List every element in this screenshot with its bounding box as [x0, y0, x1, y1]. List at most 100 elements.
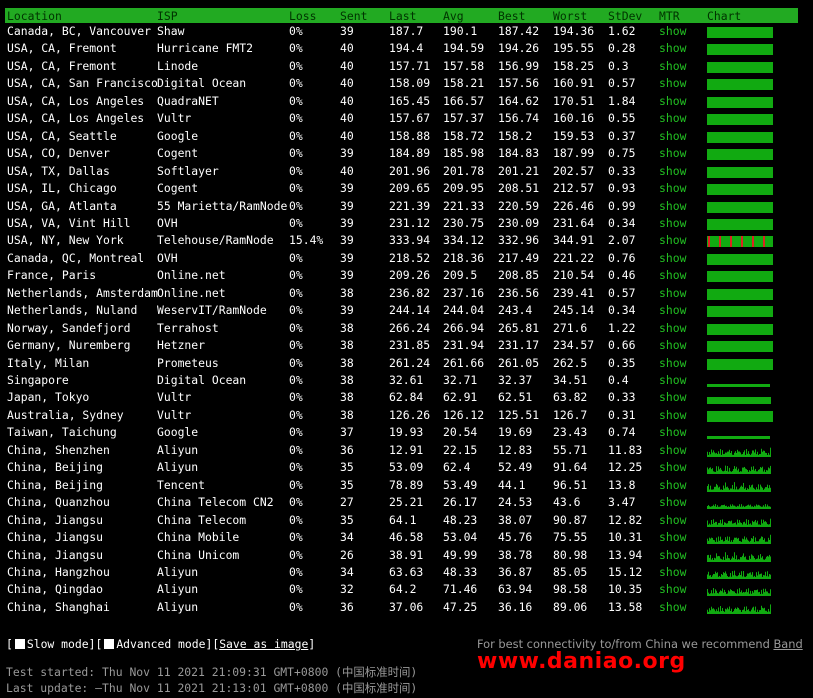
chart-spike: [741, 504, 742, 510]
chart-spike: [746, 576, 747, 579]
mtr-show-link[interactable]: show: [659, 373, 686, 387]
chart-spike: [757, 589, 758, 597]
mtr-show-link[interactable]: show: [659, 548, 686, 562]
chart-spike: [729, 507, 730, 510]
chart-spike: [728, 520, 729, 527]
chart-bar: [707, 184, 773, 196]
mtr-show-link[interactable]: show: [659, 390, 686, 404]
chart-spike: [769, 523, 770, 527]
cell-sent: 39: [340, 233, 354, 248]
mtr-show-link[interactable]: show: [659, 181, 686, 195]
chart-spike: [770, 534, 771, 545]
mtr-show-link[interactable]: show: [659, 443, 686, 457]
chart-spike: [728, 540, 729, 545]
chart-spike: [767, 470, 768, 475]
mtr-show-link[interactable]: show: [659, 199, 686, 213]
chart-spike: [760, 484, 761, 492]
chart-spike: [756, 471, 757, 475]
mtr-show-link[interactable]: show: [659, 268, 686, 282]
mtr-show-link[interactable]: show: [659, 286, 686, 300]
cell-location: China, Shanghai: [7, 599, 110, 614]
mtr-show-link[interactable]: show: [659, 513, 686, 527]
cell-isp: Hetzner: [157, 338, 206, 353]
mtr-show-link[interactable]: show: [659, 425, 686, 439]
recommend-link[interactable]: Band: [773, 637, 802, 651]
advanced-mode-checkbox[interactable]: [104, 639, 115, 649]
cell-avg: 266.94: [443, 320, 485, 335]
chart-bar: [707, 397, 771, 405]
chart-spike: [717, 593, 718, 597]
chart-spike: [766, 470, 767, 475]
mtr-show-link[interactable]: show: [659, 408, 686, 422]
chart-spike: [737, 538, 738, 545]
mtr-show-link[interactable]: show: [659, 251, 686, 265]
header-worst: Worst: [553, 9, 588, 23]
cell-sent: 26: [340, 547, 354, 562]
mtr-show-link[interactable]: show: [659, 303, 686, 317]
chart-bar: [707, 410, 773, 422]
chart-spike: [707, 485, 708, 492]
advanced-mode-label[interactable]: Advanced mode: [116, 637, 205, 651]
table-row: France, Paris Online.net 0% 39 209.26 209.5 20…: [0, 267, 813, 284]
chart-spike: [715, 589, 716, 597]
mtr-show-link[interactable]: show: [659, 164, 686, 178]
mtr-show-link[interactable]: show: [659, 233, 686, 247]
chart-spike: [746, 537, 747, 545]
mtr-show-link[interactable]: show: [659, 59, 686, 73]
slow-mode-label[interactable]: Slow mode: [27, 637, 89, 651]
mtr-show-link[interactable]: show: [659, 76, 686, 90]
chart-spike: [747, 559, 748, 562]
mtr-show-link[interactable]: show: [659, 216, 686, 230]
slow-mode-checkbox[interactable]: [14, 639, 25, 649]
table-row: China, Jiangsu China Telecom 0% 35 64.1 48.23…: [0, 512, 813, 529]
chart-spike: [719, 611, 720, 614]
mtr-show-link[interactable]: show: [659, 24, 686, 38]
mtr-show-link[interactable]: show: [659, 356, 686, 370]
mtr-show-link[interactable]: show: [659, 338, 686, 352]
cell-last: 63.63: [389, 564, 424, 579]
cell-sent: 40: [340, 58, 354, 73]
cell-location: France, Paris: [7, 268, 97, 283]
chart-spike: [732, 555, 733, 562]
chart-spike: [713, 573, 714, 579]
mtr-show-link[interactable]: show: [659, 600, 686, 614]
cell-best: 32.37: [498, 373, 533, 387]
chart-spike: [724, 488, 725, 492]
mtr-show-link[interactable]: show: [659, 582, 686, 596]
mtr-show-link[interactable]: show: [659, 478, 686, 492]
cell-avg: 231.94: [443, 338, 485, 353]
chart-spike: [740, 541, 741, 545]
mtr-show-link[interactable]: show: [659, 565, 686, 579]
chart-spike: [710, 506, 711, 510]
save-as-image-link[interactable]: Save as image: [219, 637, 308, 651]
latency-chart: [707, 79, 773, 91]
chart-spike: [722, 471, 723, 475]
cell-worst: 210.54: [553, 268, 595, 283]
chart-spike: [747, 592, 748, 597]
mtr-show-link[interactable]: show: [659, 146, 686, 160]
chart-spike: [768, 576, 769, 579]
mtr-show-link[interactable]: show: [659, 495, 686, 509]
chart-spike: [738, 489, 739, 492]
chart-spike: [712, 452, 713, 457]
mtr-show-link[interactable]: show: [659, 111, 686, 125]
mtr-show-link[interactable]: show: [659, 41, 686, 55]
chart-spike: [739, 504, 740, 510]
cell-avg: 209.5: [443, 268, 478, 283]
mtr-show-link[interactable]: show: [659, 321, 686, 335]
chart-spike: [728, 506, 729, 510]
chart-spike: [721, 469, 722, 475]
mtr-show-link[interactable]: show: [659, 460, 686, 474]
cell-best: 157.56: [498, 76, 540, 91]
chart-spike: [763, 574, 764, 579]
mtr-show-link[interactable]: show: [659, 530, 686, 544]
mtr-show-link[interactable]: show: [659, 129, 686, 143]
chart-spike: [760, 524, 761, 527]
header-last: Last: [389, 9, 417, 23]
chart-spike: [751, 553, 752, 562]
cell-loss: 0%: [289, 547, 303, 562]
mtr-show-link[interactable]: show: [659, 94, 686, 108]
chart-spike: [750, 572, 751, 579]
cell-worst: 202.57: [553, 163, 595, 178]
chart-spike: [737, 470, 738, 475]
